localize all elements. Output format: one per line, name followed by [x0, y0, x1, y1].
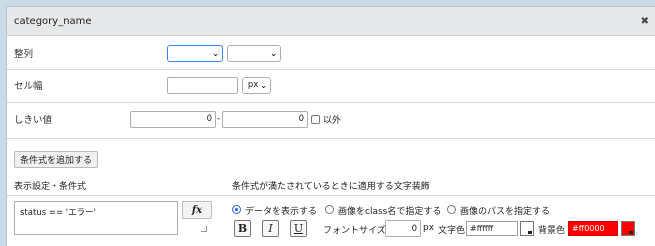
threshold-to-input[interactable]: 0	[222, 110, 308, 128]
text-color-swatch[interactable]	[520, 221, 534, 236]
resize-handle[interactable]	[201, 226, 207, 232]
text-color-input[interactable]: #ffffff	[466, 221, 518, 236]
bg-color-input[interactable]: #ff0000	[568, 221, 618, 236]
radio-show-data-label: データを表示する	[245, 207, 318, 217]
radio-image-class-label: 画像をclass名で指定する	[338, 207, 442, 217]
underline-button[interactable]: U	[290, 220, 307, 237]
dialog-titlebar: category_name ✖	[7, 7, 655, 36]
radio-image-class[interactable]	[325, 205, 334, 214]
except-checkbox[interactable]	[311, 114, 320, 124]
italic-button[interactable]: I	[262, 220, 279, 237]
condition-expression-input[interactable]: status == 'エラー'	[14, 201, 178, 235]
divider	[7, 195, 655, 196]
dialog-title: category_name	[14, 15, 92, 27]
right-column-header: 条件式が満たされているときに適用する文字装飾	[232, 182, 430, 192]
sort-row: 整列 ⌄ ⌄	[7, 37, 655, 69]
dialog: category_name ✖ 整列 ⌄ ⌄ セル幅 px ⌄ しきい値 0 -…	[6, 6, 655, 246]
radio-show-data[interactable]	[232, 205, 241, 214]
font-size-label: フォントサイズ	[323, 226, 386, 236]
fx-button[interactable]: fx	[182, 201, 212, 219]
chevron-down-icon: ⌄	[270, 48, 277, 58]
sort-select-primary[interactable]: ⌄	[167, 44, 223, 62]
radio-image-path[interactable]	[447, 205, 456, 214]
radio-image-path-label: 画像のパスを指定する	[460, 207, 551, 217]
close-icon[interactable]: ✖	[641, 16, 649, 27]
except-label: 以外	[323, 115, 342, 126]
sort-label: 整列	[14, 49, 34, 60]
cell-width-input[interactable]	[167, 76, 238, 94]
bg-color-swatch[interactable]	[621, 221, 635, 236]
bold-button[interactable]: B	[234, 220, 251, 237]
threshold-row: しきい値 0 - 0 以外	[7, 103, 655, 135]
chevron-down-icon: ⌄	[260, 80, 267, 90]
font-size-input[interactable]: 0	[385, 220, 421, 237]
left-column-header: 表示設定・条件式	[14, 182, 87, 192]
unit-select[interactable]: px ⌄	[242, 76, 271, 94]
cell-width-label: セル幅	[14, 81, 43, 92]
add-condition-button[interactable]: 条件式を追加する	[14, 151, 98, 168]
divider	[7, 138, 655, 139]
sort-select-secondary[interactable]: ⌄	[227, 44, 281, 62]
cell-width-row: セル幅 px ⌄	[7, 70, 655, 100]
bg-color-label: 背景色	[538, 226, 566, 236]
text-color-label: 文字色	[438, 226, 466, 236]
threshold-from-input[interactable]: 0	[130, 110, 216, 128]
threshold-label: しきい値	[14, 115, 53, 126]
font-size-unit: px	[423, 223, 435, 233]
threshold-dash: -	[217, 114, 221, 124]
chevron-down-icon: ⌄	[212, 48, 219, 58]
